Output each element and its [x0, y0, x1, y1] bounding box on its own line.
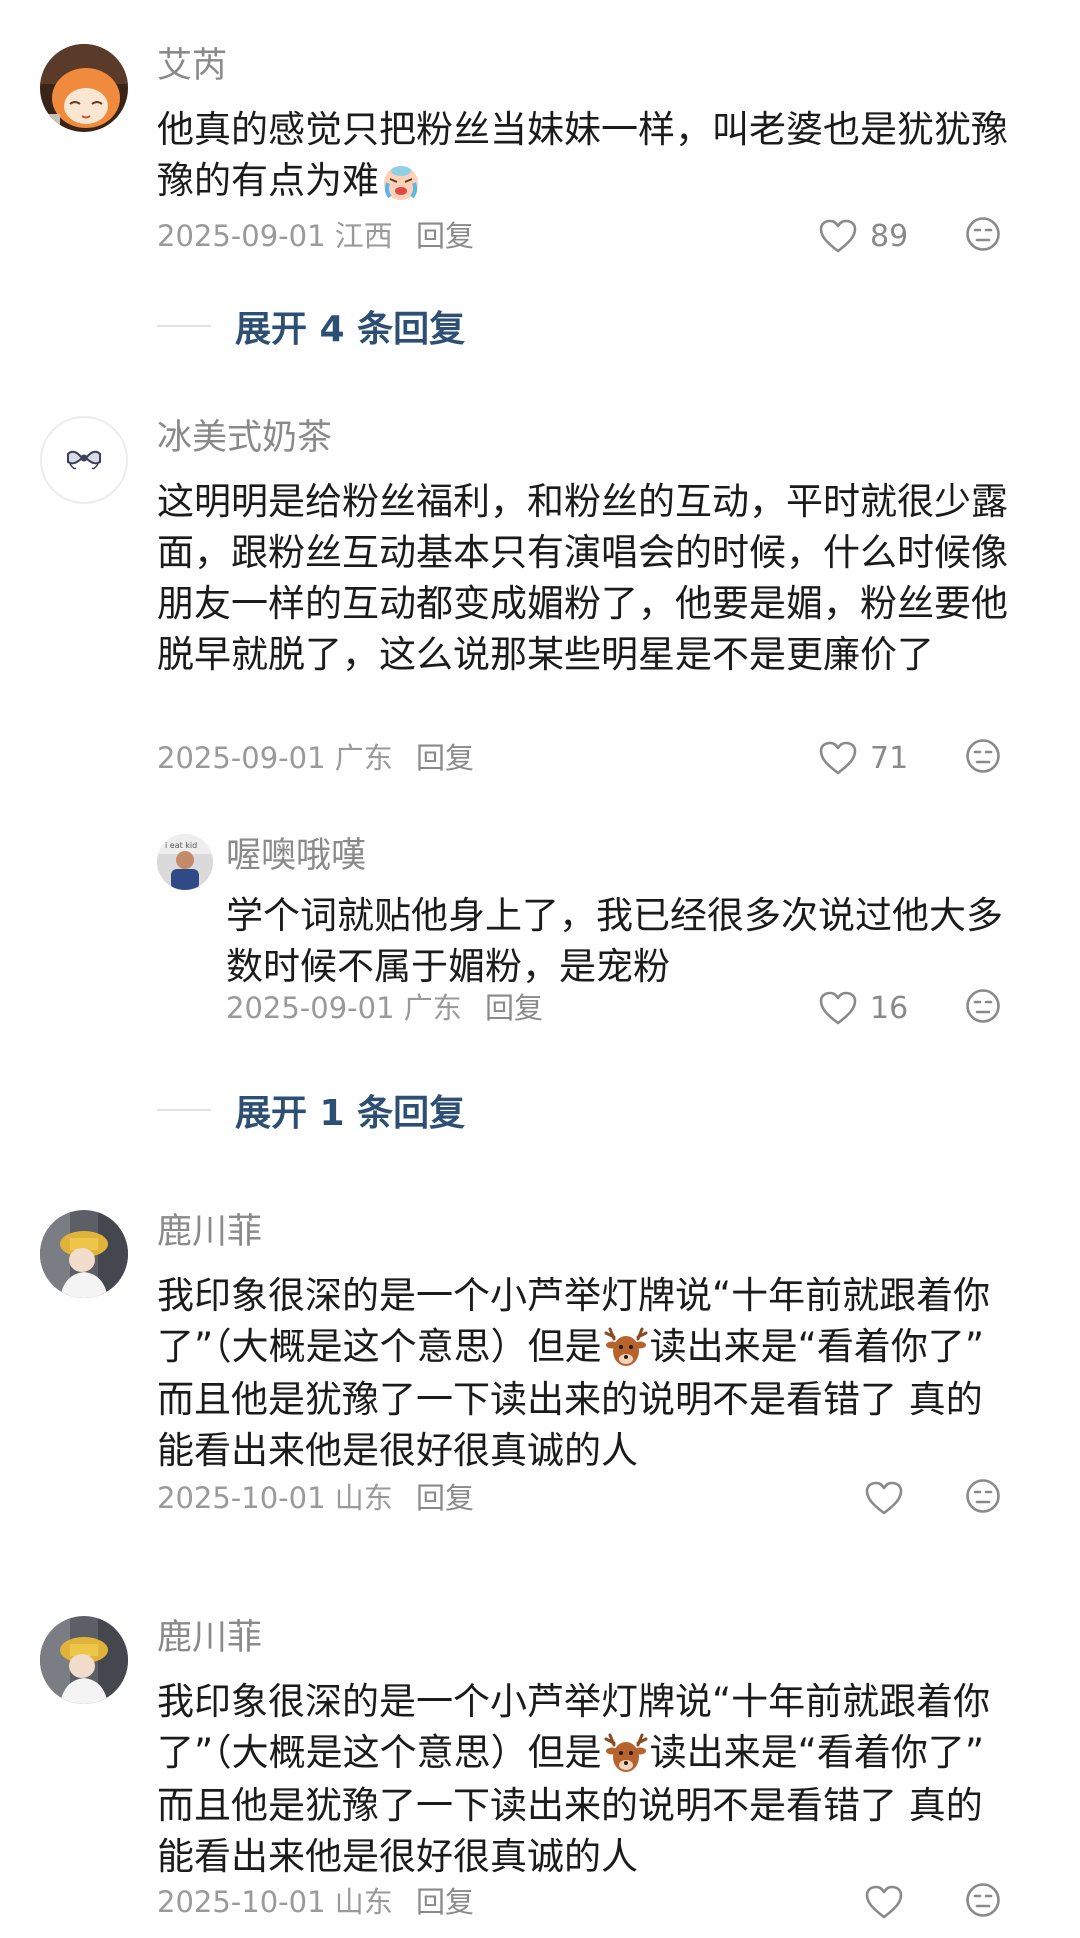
deer-face-icon [602, 1729, 650, 1780]
dislike-face-icon[interactable] [965, 988, 1001, 1024]
reply-button[interactable]: 回复 [485, 991, 543, 1025]
avatar[interactable] [40, 1210, 128, 1298]
dislike-face-icon[interactable] [965, 1478, 1001, 1514]
comment-location: 山东 [334, 1481, 393, 1515]
heart-icon [819, 991, 857, 1025]
reply-button[interactable]: 回复 [416, 1885, 474, 1919]
expand-replies-label: 展开 1 条回复 [235, 1093, 466, 1134]
reply-button[interactable]: 回复 [416, 219, 474, 253]
comment-date: 2025-09-01 [157, 741, 326, 775]
like-button[interactable]: 89 [818, 216, 910, 256]
comment-text-body: 他真的感觉只把粉丝当妹妹一样，叫老婆也是犹犹豫豫的有点为难 [157, 108, 1008, 202]
like-count: 16 [870, 990, 909, 1026]
dislike-face-icon[interactable] [965, 1882, 1001, 1918]
heart-icon [819, 219, 857, 253]
comment-date: 2025-09-01 [157, 219, 326, 253]
divider-line [157, 1109, 211, 1111]
comment-meta: 2025-09-01 江西 回复 [157, 218, 474, 254]
comment-text: 他真的感觉只把粉丝当妹妹一样，叫老婆也是犹犹豫豫的有点为难 [157, 104, 1017, 208]
reply-date: 2025-09-01 [226, 991, 395, 1025]
avatar[interactable] [40, 44, 128, 132]
like-count: 71 [870, 740, 909, 776]
comment-meta: 2025-10-01 山东 回复 [157, 1480, 474, 1516]
comment-date: 2025-10-01 [157, 1481, 326, 1515]
avatar[interactable] [40, 1616, 128, 1704]
username[interactable]: 冰美式奶茶 [157, 418, 332, 458]
comment-text: 我印象很深的是一个小芦举灯牌说“十年前就跟着你了”（大概是这个意思）但是 读出来是… [157, 1676, 1017, 1882]
comment-date: 2025-10-01 [157, 1885, 326, 1919]
username[interactable]: 鹿川菲 [157, 1212, 262, 1252]
reply-button[interactable]: 回复 [416, 741, 474, 775]
like-button[interactable]: 71 [818, 738, 910, 778]
reply-button[interactable]: 回复 [416, 1481, 474, 1515]
divider-line [157, 325, 211, 327]
reply-meta: 2025-09-01 广东 回复 [226, 990, 543, 1026]
like-button[interactable] [864, 1478, 904, 1518]
comment-location: 江西 [334, 219, 393, 253]
reply-avatar[interactable]: i eat kid [157, 834, 213, 890]
expand-replies-button[interactable]: 展开 4 条回复 [157, 300, 465, 352]
crying-face-icon [379, 157, 423, 208]
dislike-face-icon[interactable] [965, 216, 1001, 252]
username[interactable]: 艾芮 [157, 46, 227, 86]
avatar[interactable] [40, 416, 128, 504]
comment-meta: 2025-09-01 广东 回复 [157, 740, 474, 776]
reply-username[interactable]: 喔噢哦嘆 [226, 836, 366, 876]
svg-text:i eat kid: i eat kid [165, 841, 197, 850]
reply-text: 学个词就贴他身上了，我已经很多次说过他大多数时候不属于媚粉，是宠粉 [226, 894, 1003, 988]
reply-location: 广东 [403, 991, 462, 1025]
like-button[interactable]: 16 [818, 988, 910, 1028]
expand-replies-button[interactable]: 展开 1 条回复 [157, 1084, 465, 1136]
like-button[interactable] [864, 1882, 904, 1922]
comment-meta: 2025-10-01 山东 回复 [157, 1884, 474, 1920]
comment-text: 这明明是给粉丝福利，和粉丝的互动，平时就很少露面，跟粉丝互动基本只有演唱会的时候… [157, 480, 1008, 676]
comment-location: 广东 [334, 741, 393, 775]
dislike-face-icon[interactable] [965, 738, 1001, 774]
heart-icon [865, 1885, 903, 1919]
expand-replies-label: 展开 4 条回复 [235, 309, 466, 350]
comment-location: 山东 [334, 1885, 393, 1919]
comment-text: 我印象很深的是一个小芦举灯牌说“十年前就跟着你了”（大概是这个意思）但是 读出来是… [157, 1270, 1017, 1476]
username[interactable]: 鹿川菲 [157, 1618, 262, 1658]
heart-icon [819, 741, 857, 775]
deer-face-icon [602, 1323, 650, 1374]
like-count: 89 [870, 218, 909, 254]
heart-icon [865, 1481, 903, 1515]
